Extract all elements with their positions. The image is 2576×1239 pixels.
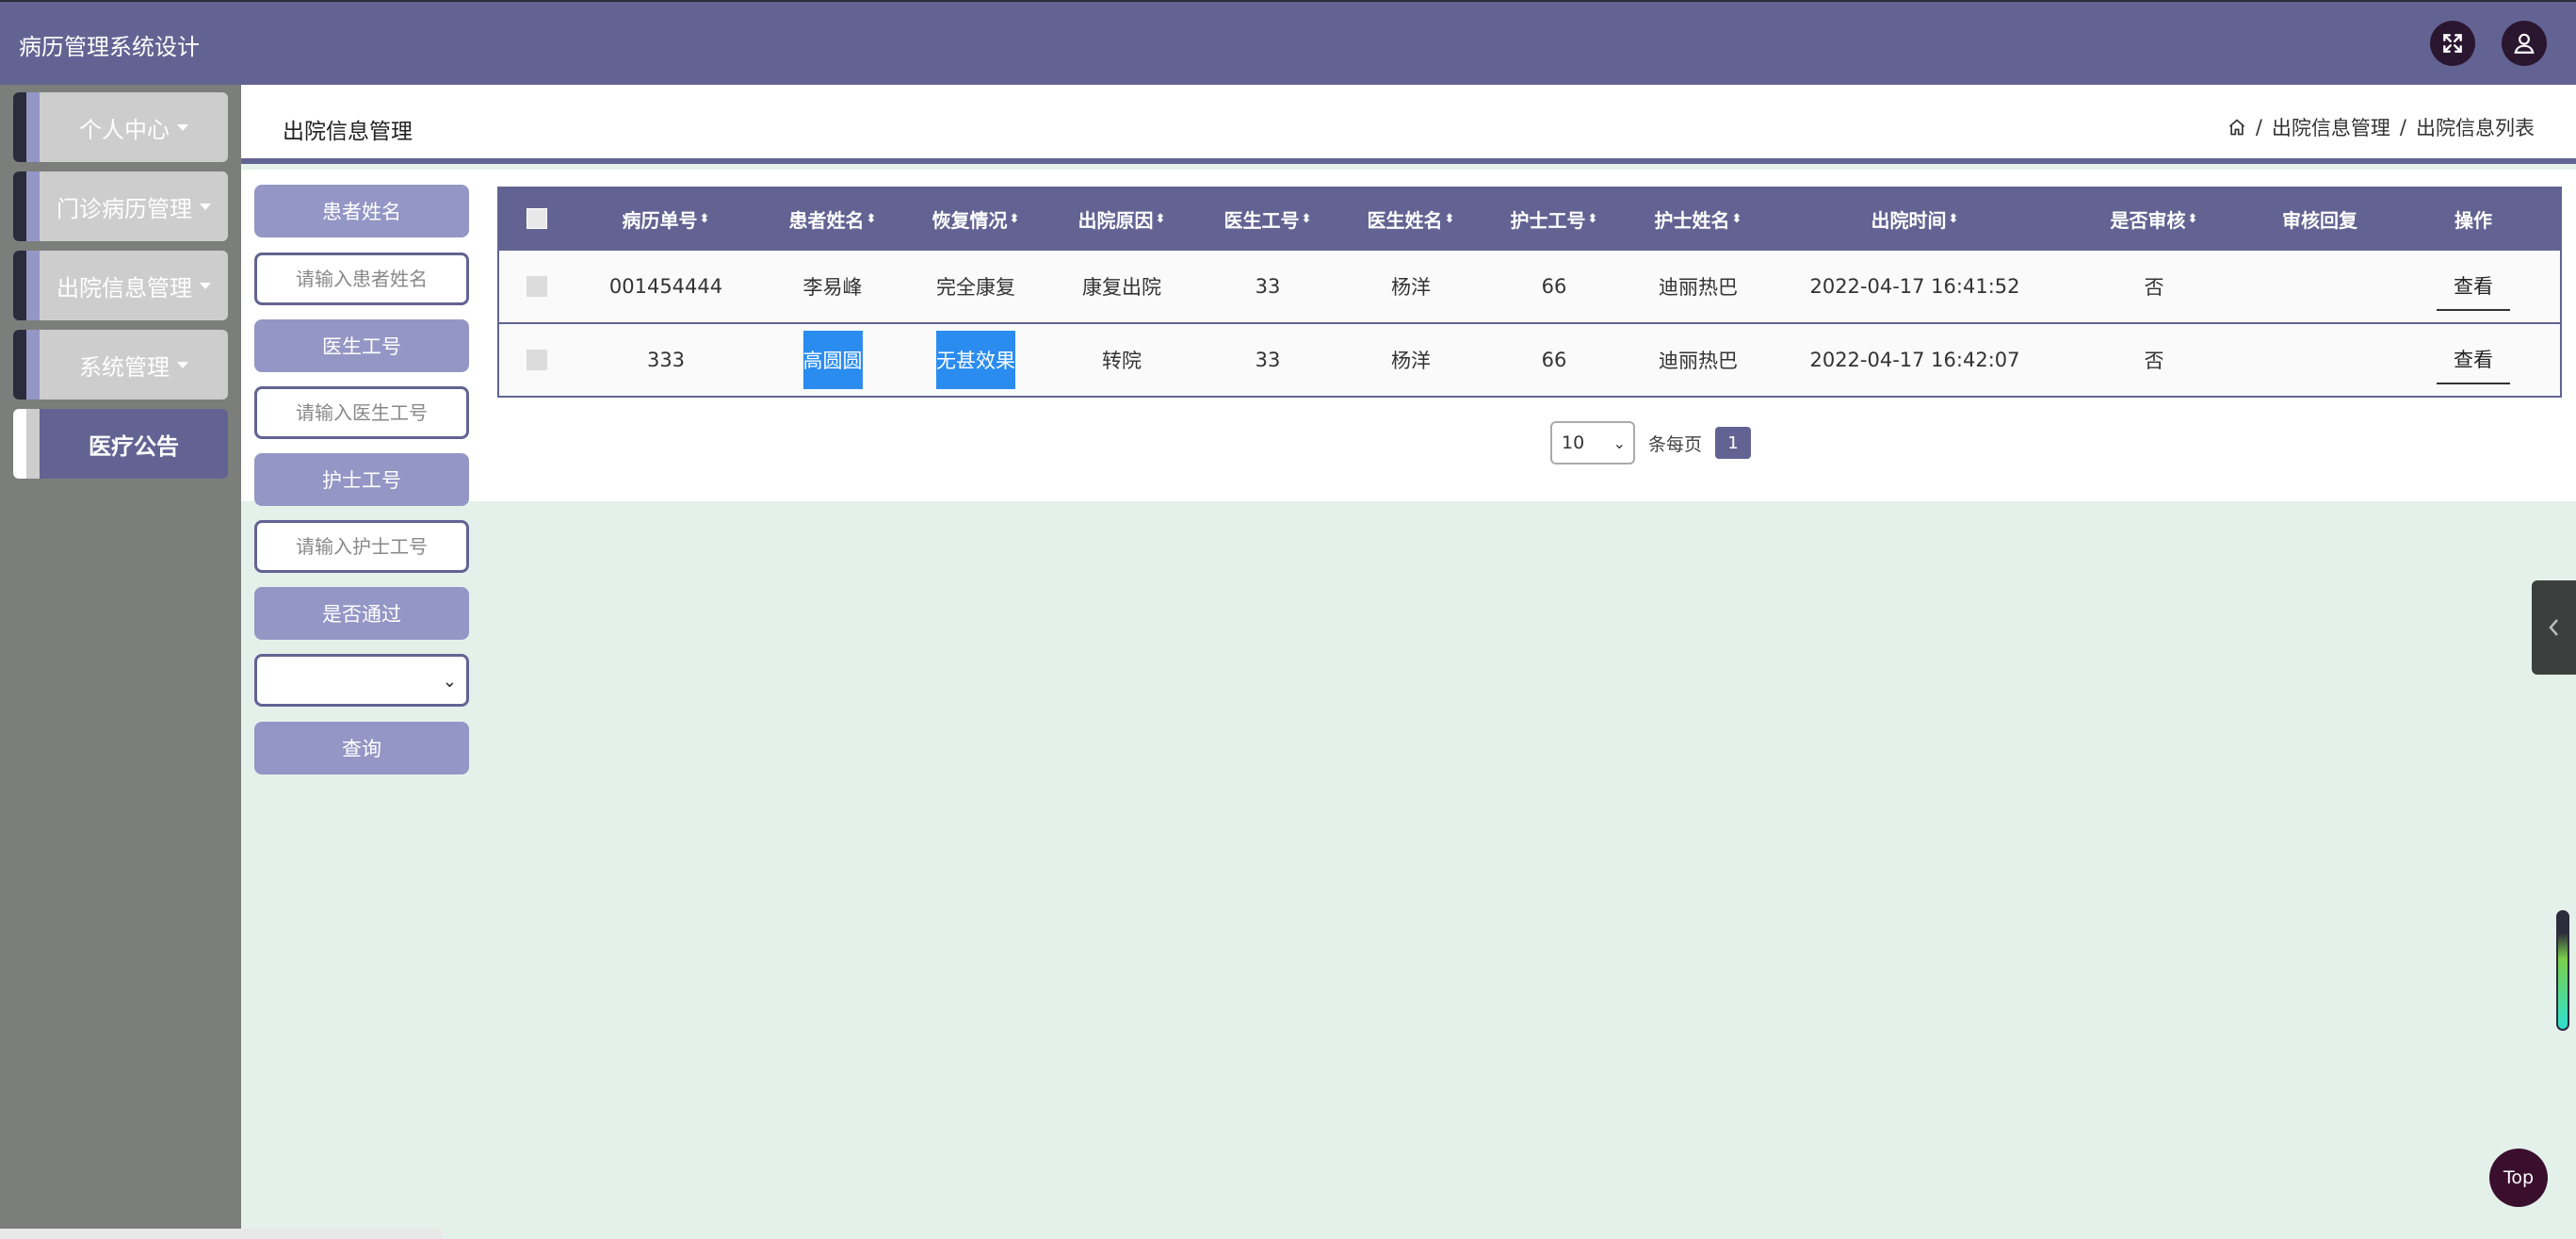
- page-title-bar: 出院信息管理 / 出院信息管理 / 出院信息列表: [241, 85, 2576, 164]
- sort-icon: ⬍: [2187, 211, 2198, 226]
- breadcrumb-item[interactable]: 出院信息管理: [2272, 113, 2390, 141]
- sort-icon: ⬍: [1009, 211, 1020, 226]
- sidebar-item-system-management[interactable]: 系统管理: [13, 330, 228, 399]
- approved-select[interactable]: ⌄: [254, 654, 469, 707]
- sort-icon: ⬍: [1155, 211, 1166, 226]
- column-header[interactable]: 医生姓名 ⬍: [1336, 188, 1486, 249]
- user-avatar-button[interactable]: [2502, 21, 2547, 66]
- page-title: 出院信息管理: [283, 120, 413, 144]
- column-header: 审核回复: [2282, 208, 2357, 232]
- discharge-table: 病历单号 ⬍ 患者姓名 ⬍ 恢复情况 ⬍ 出院原因 ⬍ 医生工号 ⬍ 医生姓名 ⬍ 护士工号…: [497, 187, 2562, 398]
- table-row: 333 高圆圆 无甚效果 转院 33 杨洋 66 迪丽热巴 2022-04-17…: [499, 322, 2560, 396]
- column-header[interactable]: 护士工号 ⬍: [1486, 188, 1622, 249]
- sidebar-item-label: 系统管理: [79, 353, 170, 381]
- app-title: 病历管理系统设计: [19, 34, 200, 60]
- column-header: 操作: [2454, 208, 2492, 232]
- table-header: 病历单号 ⬍ 患者姓名 ⬍ 恢复情况 ⬍ 出院原因 ⬍ 医生工号 ⬍ 医生姓名 ⬍ 护士工号…: [499, 188, 2560, 249]
- breadcrumb: / 出院信息管理 / 出院信息列表: [2228, 113, 2535, 141]
- approved-label: 是否通过: [254, 587, 469, 640]
- table-row: 001454444 李易峰 完全康复 康复出院 33 杨洋 66 迪丽热巴 20…: [499, 249, 2560, 322]
- user-icon: [2514, 33, 2535, 54]
- caret-down-icon: [177, 361, 188, 368]
- sidebar-item-label: 门诊病历管理: [57, 195, 192, 222]
- column-header[interactable]: 护士姓名 ⬍: [1622, 188, 1774, 249]
- column-header[interactable]: 是否审核 ⬍: [2055, 188, 2253, 249]
- sort-icon: ⬍: [1444, 211, 1455, 226]
- chevron-left-icon: [2548, 619, 2558, 636]
- caret-down-icon: [200, 282, 211, 289]
- sort-icon: ⬍: [866, 211, 877, 226]
- patient-name-input[interactable]: [254, 253, 469, 305]
- scroll-progress-indicator: [2556, 910, 2569, 1031]
- sidebar: 个人中心 门诊病历管理 出院信息管理 系统管理 医疗公告: [0, 85, 241, 1239]
- select-all-checkbox[interactable]: [527, 208, 547, 229]
- row-checkbox[interactable]: [527, 276, 547, 297]
- page-number-button[interactable]: 1: [1715, 427, 1752, 459]
- patient-name-label: 患者姓名: [254, 185, 469, 237]
- sort-icon: ⬍: [1948, 211, 1959, 226]
- chevron-down-icon: ⌄: [1612, 434, 1626, 452]
- doctor-id-label: 医生工号: [254, 319, 469, 372]
- caret-down-icon: [177, 123, 188, 131]
- pagination: 10 ⌄ 条每页 1: [1550, 421, 1752, 465]
- column-header[interactable]: 病历单号 ⬍: [575, 188, 757, 249]
- side-drawer-toggle[interactable]: [2532, 580, 2576, 675]
- sort-icon: ⬍: [1587, 211, 1598, 226]
- page-size-select[interactable]: 10 ⌄: [1550, 421, 1635, 465]
- doctor-id-input[interactable]: [254, 386, 469, 439]
- row-checkbox[interactable]: [527, 350, 547, 370]
- fullscreen-button[interactable]: [2430, 21, 2475, 66]
- sidebar-item-label: 医疗公告: [89, 432, 179, 460]
- chevron-down-icon: ⌄: [442, 672, 457, 692]
- caret-down-icon: [200, 203, 211, 210]
- sidebar-item-discharge-info[interactable]: 出院信息管理: [13, 251, 228, 320]
- top-header: 病历管理系统设计: [0, 0, 2576, 85]
- per-page-label: 条每页: [1648, 433, 1703, 455]
- sidebar-item-outpatient-records[interactable]: 门诊病历管理: [13, 171, 228, 241]
- sidebar-item-medical-notice[interactable]: 医疗公告: [13, 409, 228, 479]
- nurse-id-label: 护士工号: [254, 453, 469, 506]
- column-header[interactable]: 出院原因 ⬍: [1044, 188, 1200, 249]
- selected-text: 高圆圆: [802, 331, 863, 389]
- sort-icon: ⬍: [699, 211, 710, 226]
- selected-text: 无甚效果: [936, 331, 1015, 389]
- view-button[interactable]: 查看: [2437, 262, 2510, 311]
- nurse-id-input[interactable]: [254, 520, 469, 573]
- view-button[interactable]: 查看: [2437, 335, 2510, 384]
- home-icon[interactable]: [2228, 118, 2246, 137]
- sidebar-item-label: 个人中心: [79, 116, 170, 143]
- sort-icon: ⬍: [1301, 211, 1312, 226]
- column-header[interactable]: 恢复情况 ⬍: [908, 188, 1044, 249]
- status-bar: [0, 1229, 443, 1239]
- column-header[interactable]: 医生工号 ⬍: [1200, 188, 1336, 249]
- query-button[interactable]: 查询: [254, 722, 469, 774]
- column-header[interactable]: 出院时间 ⬍: [1774, 188, 2055, 249]
- sidebar-item-personal-center[interactable]: 个人中心: [13, 92, 228, 162]
- sort-icon: ⬍: [1731, 211, 1742, 226]
- column-header[interactable]: 患者姓名 ⬍: [757, 188, 908, 249]
- sidebar-item-label: 出院信息管理: [57, 274, 192, 302]
- breadcrumb-item-current: 出院信息列表: [2416, 117, 2535, 139]
- fullscreen-icon: [2443, 34, 2462, 53]
- back-to-top-button[interactable]: Top: [2489, 1149, 2548, 1207]
